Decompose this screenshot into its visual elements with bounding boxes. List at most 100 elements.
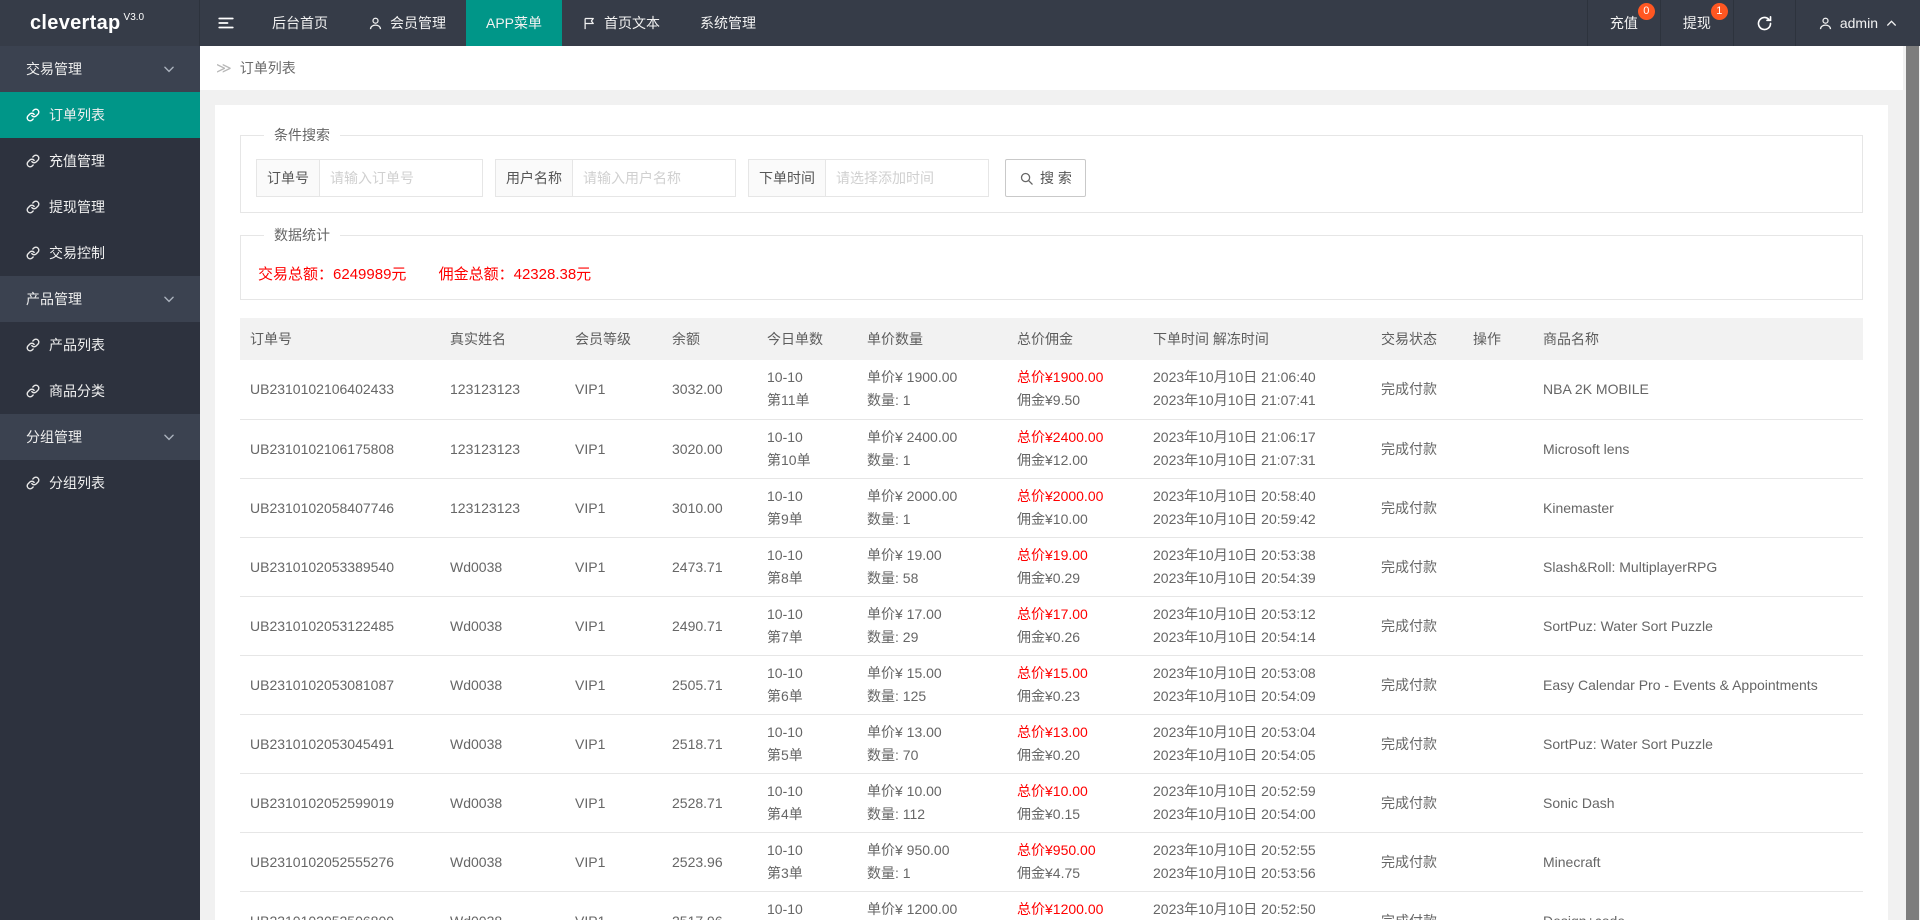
cell-unit-price: 单价¥ 2400.00	[867, 428, 958, 445]
col-real-name: 真实姓名	[440, 318, 565, 360]
cell-product: Kinemaster	[1533, 478, 1863, 538]
cell-real-name: 123123123	[440, 419, 565, 479]
cell-unfreeze-time: 2023年10月10日 20:54:39	[1153, 569, 1316, 586]
cell-action	[1463, 537, 1533, 597]
nav-label: 会员管理	[390, 15, 446, 31]
nav-item-members[interactable]: 会员管理	[348, 0, 466, 46]
page-title: 订单列表	[239, 60, 296, 76]
cell-order-time: 2023年10月10日 21:06:40	[1153, 369, 1316, 386]
cell-date: 10-10	[767, 782, 803, 799]
top-header: clevertap V3.0 后台首页 会员管理 APP菜单 首页文本 系统管理	[0, 0, 1920, 46]
cell-order-time: 2023年10月10日 20:53:08	[1153, 664, 1316, 681]
cell-level: VIP1	[565, 891, 662, 920]
cell-seq: 第3单	[767, 864, 803, 881]
order-table-body: UB2310102106402433 123123123 VIP1 3032.0…	[240, 360, 1863, 920]
cell-status: 完成付款	[1371, 360, 1463, 420]
sidebar-item-product-list[interactable]: 产品列表	[0, 322, 200, 368]
cell-total: 总价¥1900.00	[1017, 369, 1104, 386]
cell-level: VIP1	[565, 596, 662, 656]
nav-item-home-text[interactable]: 首页文本	[562, 0, 680, 46]
search-fieldset: 条件搜索 订单号 用户名称 下单时间	[240, 125, 1863, 213]
cell-qty: 数量: 1	[867, 864, 911, 881]
username-input[interactable]	[573, 159, 736, 197]
cell-date: 10-10	[767, 900, 803, 917]
cell-order-time: 2023年10月10日 20:52:55	[1153, 841, 1316, 858]
table-row: UB2310102058407746 123123123 VIP1 3010.0…	[240, 478, 1863, 538]
app-logo: clevertap V3.0	[0, 0, 200, 46]
user-menu[interactable]: admin	[1794, 0, 1920, 46]
table-row: UB2310102053389540 Wd0038 VIP1 2473.71 1…	[240, 537, 1863, 597]
cell-seq: 第6单	[767, 687, 803, 704]
cell-real-name: 123123123	[440, 478, 565, 538]
cell-seq: 第5单	[767, 746, 803, 763]
table-row: UB2310102053045491 Wd0038 VIP1 2518.71 1…	[240, 714, 1863, 774]
recharge-label: 充值	[1609, 15, 1638, 31]
cell-commission: 佣金¥0.29	[1017, 569, 1081, 586]
table-row: UB2310102052599019 Wd0038 VIP1 2528.71 1…	[240, 773, 1863, 833]
link-icon	[26, 154, 40, 168]
cell-order-time: 2023年10月10日 20:52:59	[1153, 782, 1316, 799]
cell-total: 总价¥10.00	[1017, 782, 1088, 799]
sidebar-item-withdraw-mgmt[interactable]: 提现管理	[0, 184, 200, 230]
order-time-label: 下单时间	[748, 159, 826, 197]
logo-text: clevertap	[30, 11, 121, 34]
cell-status: 完成付款	[1371, 832, 1463, 892]
cell-level: VIP1	[565, 419, 662, 479]
cell-level: VIP1	[565, 773, 662, 833]
nav-item-app-menu[interactable]: APP菜单	[466, 0, 563, 46]
logo-version: V3.0	[123, 11, 145, 23]
sidebar-item-recharge-mgmt[interactable]: 充值管理	[0, 138, 200, 184]
order-time-input[interactable]	[826, 159, 989, 197]
table-row: UB2310102052555276 Wd0038 VIP1 2523.96 1…	[240, 832, 1863, 892]
withdraw-label: 提现	[1682, 15, 1711, 31]
cell-unit-price: 单价¥ 19.00	[867, 546, 942, 563]
person-icon	[1818, 16, 1833, 31]
item-label: 产品列表	[49, 337, 105, 353]
sidebar-item-order-list[interactable]: 订单列表	[0, 92, 200, 138]
vertical-scrollbar	[1903, 46, 1920, 920]
cell-order-no: UB2310102058407746	[240, 478, 440, 538]
cell-balance: 3010.00	[662, 478, 757, 538]
menu-collapse-button[interactable]	[200, 0, 252, 46]
sidebar-item-trade-control[interactable]: 交易控制	[0, 230, 200, 276]
cell-qty: 数量: 29	[867, 628, 919, 645]
order-no-input[interactable]	[320, 159, 483, 197]
table-row: UB2310102052506800 Wd0038 VIP1 2517.96 1…	[240, 891, 1863, 920]
order-table-wrap: 订单号 真实姓名 会员等级 余额 今日单数 单价数量 总价佣金 下单时间 解冻时…	[240, 318, 1863, 920]
sidebar-item-goods-category[interactable]: 商品分类	[0, 368, 200, 414]
nav-item-dashboard[interactable]: 后台首页	[252, 0, 348, 46]
link-icon	[26, 338, 40, 352]
cell-date: 10-10	[767, 428, 803, 445]
cell-qty: 数量: 70	[867, 746, 919, 763]
cell-unfreeze-time: 2023年10月10日 20:54:05	[1153, 746, 1316, 763]
cell-action	[1463, 419, 1533, 479]
breadcrumb: ≫ 订单列表	[200, 46, 1903, 90]
cell-product: Minecraft	[1533, 832, 1863, 892]
group-label: 交易管理	[26, 61, 82, 77]
cell-balance: 2505.71	[662, 655, 757, 715]
nav-item-system[interactable]: 系统管理	[680, 0, 776, 46]
cell-status: 完成付款	[1371, 419, 1463, 479]
table-row: UB2310102053081087 Wd0038 VIP1 2505.71 1…	[240, 655, 1863, 715]
scrollbar-thumb[interactable]	[1906, 46, 1919, 920]
cell-action	[1463, 773, 1533, 833]
sidebar-group-product[interactable]: 产品管理	[0, 276, 200, 322]
sidebar-group-trade[interactable]: 交易管理	[0, 46, 200, 92]
cell-date: 10-10	[767, 369, 803, 386]
cell-product: SortPuz: Water Sort Puzzle	[1533, 596, 1863, 656]
sidebar-group-grouping[interactable]: 分组管理	[0, 414, 200, 460]
recharge-link[interactable]: 充值 0	[1586, 0, 1660, 46]
hamburger-icon	[217, 14, 235, 32]
cell-seq: 第9单	[767, 510, 803, 527]
cell-total: 总价¥2000.00	[1017, 487, 1104, 504]
withdraw-link[interactable]: 提现 1	[1659, 0, 1733, 46]
sidebar-item-group-list[interactable]: 分组列表	[0, 460, 200, 506]
cell-seq: 第10单	[767, 451, 811, 468]
cell-seq: 第8单	[767, 569, 803, 586]
cell-order-time: 2023年10月10日 20:53:04	[1153, 723, 1316, 740]
cell-unit-price: 单价¥ 13.00	[867, 723, 942, 740]
cell-action	[1463, 478, 1533, 538]
search-button[interactable]: 搜 索	[1005, 159, 1086, 197]
nav-label: APP菜单	[486, 15, 543, 31]
refresh-button[interactable]	[1732, 0, 1795, 46]
